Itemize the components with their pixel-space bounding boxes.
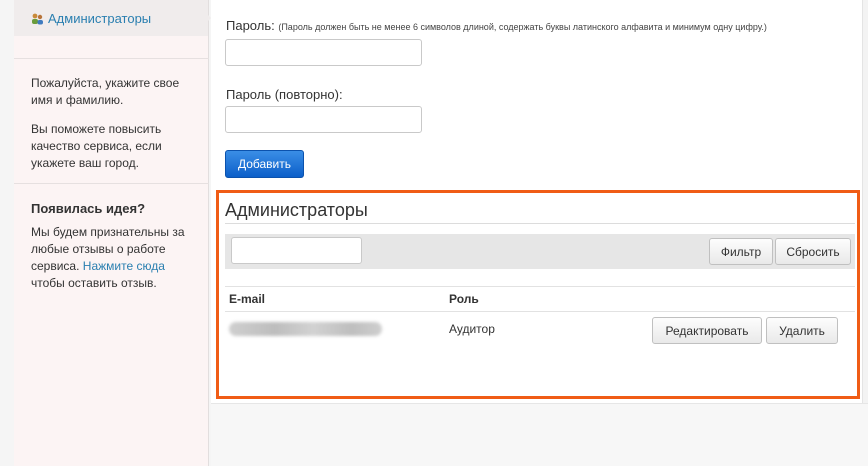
footer-area <box>211 404 868 466</box>
filter-button[interactable]: Фильтр <box>709 238 773 265</box>
password-label-text: Пароль: <box>226 18 275 33</box>
profile-hint-name: Пожалуйста, укажите свое имя и фамилию. <box>31 76 180 107</box>
scroll-track <box>862 0 868 404</box>
table-top-rule <box>225 286 855 287</box>
table-header-rule <box>225 311 855 312</box>
feedback-link[interactable]: Нажмите сюда <box>83 259 165 273</box>
sidebar-item-label: Администраторы <box>48 11 152 26</box>
password-repeat-label: Пароль (повторно): <box>226 87 343 102</box>
users-icon <box>31 12 43 25</box>
idea-text: Мы будем признательны за любые отзывы о … <box>31 224 201 292</box>
password-hint: (Пароль должен быть не менее 6 символов … <box>278 22 767 32</box>
edit-button[interactable]: Редактировать <box>652 317 762 344</box>
add-button[interactable]: Добавить <box>225 150 304 178</box>
role-cell: Аудитор <box>449 322 495 336</box>
admins-title: Администраторы <box>225 200 368 220</box>
filter-input[interactable] <box>231 237 362 264</box>
password-repeat-input[interactable] <box>225 106 422 133</box>
delete-button[interactable]: Удалить <box>766 317 838 344</box>
sidebar-divider <box>14 58 209 59</box>
highlight-frame <box>216 190 860 399</box>
idea-heading: Появилась идея? <box>31 201 146 216</box>
reset-button[interactable]: Сбросить <box>775 238 851 265</box>
column-header-email: E-mail <box>229 292 266 306</box>
active-pointer <box>203 10 211 26</box>
sidebar-item-administrators[interactable]: Администраторы <box>14 0 209 36</box>
email-redacted <box>229 322 382 336</box>
profile-hint-city: Вы поможете повысить качество сервиса, е… <box>31 122 162 170</box>
title-divider <box>225 223 855 224</box>
password-label: Пароль: (Пароль должен быть не менее 6 с… <box>226 18 767 33</box>
idea-text-after: чтобы оставить отзыв. <box>31 276 157 290</box>
column-header-role: Роль <box>449 292 479 306</box>
sidebar-divider <box>14 183 209 184</box>
password-input[interactable] <box>225 39 422 66</box>
